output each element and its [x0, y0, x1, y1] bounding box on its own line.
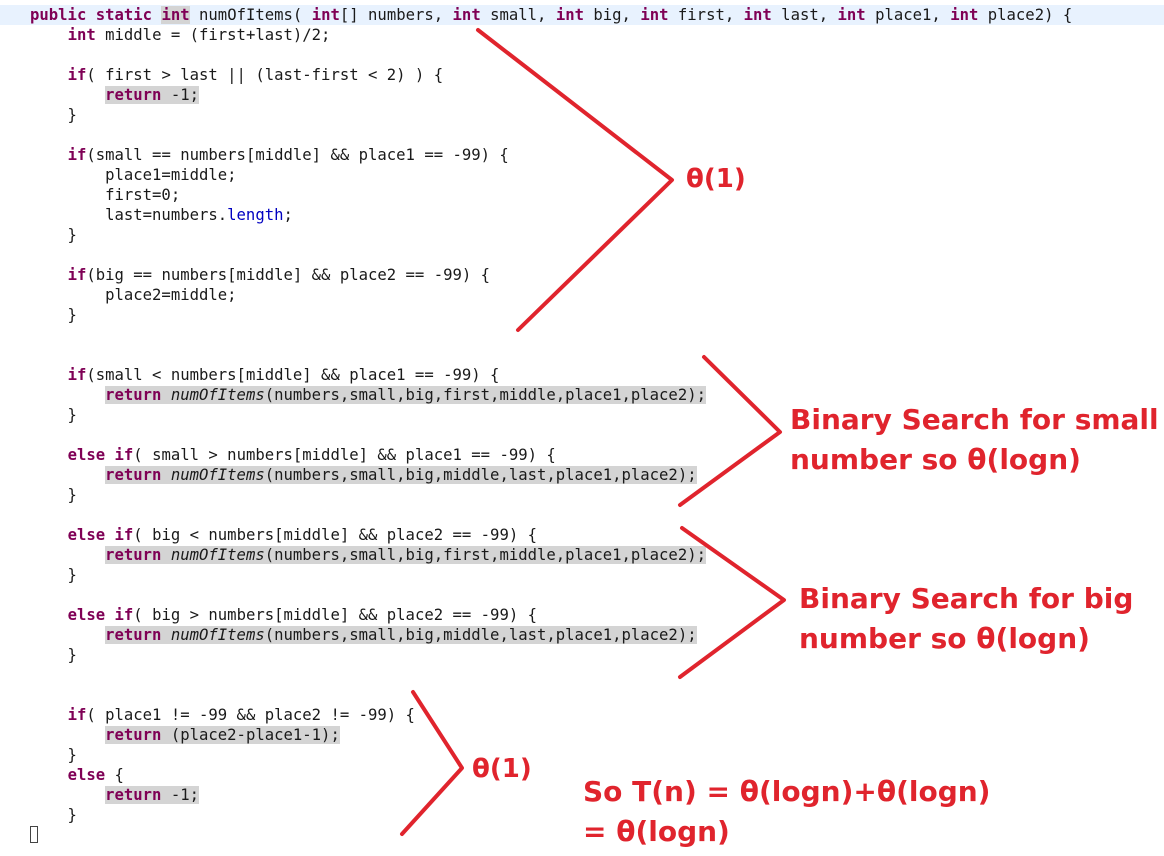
annotation-theta1-bottom: θ(1)	[472, 754, 532, 784]
annotation-total-line1: So T(n) = θ(logn)+θ(logn)	[583, 775, 991, 808]
bracket-theta1-top	[476, 28, 674, 332]
annotation-total-line2: = θ(logn)	[583, 815, 730, 848]
annotation-theta1-top: θ(1)	[686, 164, 746, 194]
bracket-binary-big	[678, 526, 786, 679]
bracket-theta1-bottom	[400, 690, 464, 836]
annotation-binary-big-line1: Binary Search for big	[799, 582, 1134, 615]
annotation-binary-small-line2: number so θ(logn)	[790, 443, 1081, 476]
annotation-binary-small-line1: Binary Search for small	[790, 403, 1159, 436]
annotation-binary-big-line2: number so θ(logn)	[799, 622, 1090, 655]
bracket-binary-small	[678, 355, 782, 507]
